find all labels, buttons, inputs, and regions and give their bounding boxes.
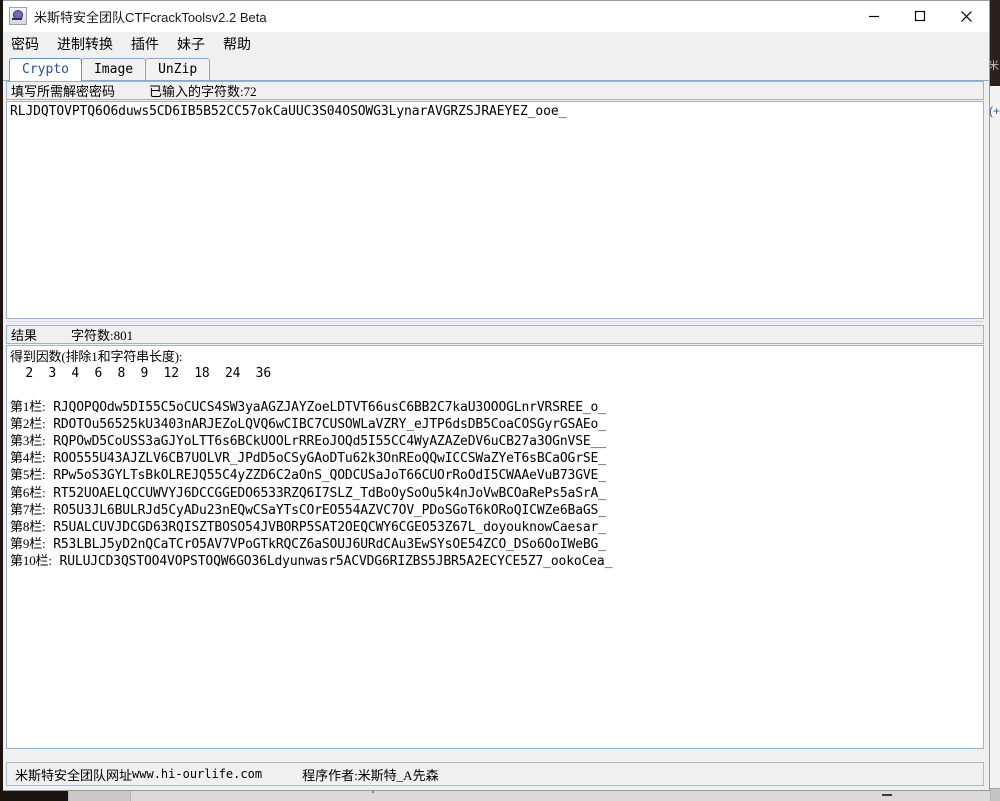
result-row-value: R53LBLJ5yD2nQCaTCrO5AV7VPoGTkRQCZ6aSOUJ6… (45, 537, 606, 553)
result-row-label: 第4栏: (10, 450, 46, 466)
status-author: 程序作者:米斯特_A先森 (302, 767, 439, 783)
split-pane-divider[interactable] (6, 319, 984, 325)
result-row-label: 第7栏: (10, 501, 46, 517)
cipher-input-area[interactable]: RLJDQTOVPTQ6O6duws5CD6IB5B52CC57okCaUUC3… (6, 101, 984, 319)
content-panel: 填写所需解密密码 已输入的字符数:72 RLJDQTOVPTQ6O6duws5C… (1, 81, 989, 749)
desktop-left-edge (0, 0, 3, 791)
result-label: 结果 (11, 328, 38, 343)
result-row-label: 第10栏: (10, 553, 52, 569)
menu-item-help[interactable]: 帮助 (223, 34, 251, 54)
result-output-text: 得到因数(排除1和字符串长度): 2 3 4 6 8 9 12 18 24 36… (7, 346, 983, 574)
taskbar-indicator (882, 794, 892, 796)
result-row-value: RPw5oS3GYLTsBkOLREJQ55C4yZZD6C2aOnS_QODC… (45, 468, 606, 484)
desktop-right-edge-glyph-secondary: (+ (989, 104, 1000, 118)
tab-unzip[interactable]: UnZip (145, 58, 211, 81)
tab-strip: Crypto Image UnZip (1, 56, 989, 81)
result-row-value: R5UALCUVJDCGD63RQISZTBOSO54JVBORP5SAT2OE… (45, 520, 606, 536)
result-row-value: ROO555U43AJZLV6CB7UOLVR_JPdD5oCSyGAoDTu6… (45, 451, 606, 467)
result-row-label: 第1栏: (10, 398, 46, 414)
result-row-value: RT52UOAELQCCUWVYJ6DCCGGEDO6533RZQ6I7SLZ_… (45, 485, 606, 501)
result-row-value: RO5U3JL6BULRJd5CyADu23nEQwCSaYTsCOrEO554… (45, 502, 606, 518)
result-row-value: RDOTOu56525kU3403nARJEZoLQVQ6wCIBC7CUSOW… (45, 416, 606, 432)
window-controls (851, 1, 989, 31)
result-row-label: 第2栏: (10, 415, 46, 431)
result-row-label: 第9栏: (10, 536, 46, 552)
result-label-row: 结果 字符数:801 (6, 325, 984, 344)
input-label: 填写所需解密密码 (11, 84, 116, 99)
result-output-area[interactable]: 得到因数(排除1和字符串长度): 2 3 4 6 8 9 12 18 24 36… (6, 345, 984, 749)
menu-item-girls[interactable]: 妹子 (177, 34, 205, 54)
status-site-url: www.hi-ourlife.com (132, 767, 263, 781)
tab-crypto[interactable]: Crypto (9, 58, 82, 81)
minimize-button[interactable] (851, 1, 897, 31)
menu-item-base-convert[interactable]: 进制转换 (57, 34, 113, 54)
menu-bar: 密码 进制转换 插件 妹子 帮助 (1, 32, 989, 56)
status-site-prefix: 米斯特安全团队网址 (15, 767, 133, 783)
tab-strip-underline (1, 80, 989, 81)
title-bar[interactable]: 米斯特安全团队CTFcrackToolsv2.2 Beta (1, 1, 989, 32)
cipher-input-value[interactable]: RLJDQTOVPTQ6O6duws5CD6IB5B52CC57okCaUUC3… (7, 102, 983, 122)
result-row-label: 第6栏: (10, 484, 46, 500)
result-row-label: 第8栏: (10, 519, 46, 535)
window-title: 米斯特安全团队CTFcrackToolsv2.2 Beta (34, 9, 267, 25)
result-char-count: 字符数:801 (71, 328, 134, 343)
menu-item-plugins[interactable]: 插件 (131, 34, 159, 54)
menu-item-password[interactable]: 密码 (11, 34, 39, 54)
taskbar-tray[interactable] (990, 789, 1000, 801)
java-app-icon (9, 7, 27, 25)
factors-values: 2 3 4 6 8 9 12 18 24 36 (10, 366, 272, 382)
result-row-label: 第5栏: (10, 467, 46, 483)
result-row-value: RJQOPQOdw5DI55C5oCUCS4SW3yaAGZJAYZoeLDTV… (45, 399, 606, 415)
close-button[interactable] (943, 1, 989, 31)
input-label-row: 填写所需解密密码 已输入的字符数:72 (6, 81, 984, 100)
status-bar: 米斯特安全团队网址 www.hi-ourlife.com 程序作者:米斯特_A先森 (6, 762, 984, 786)
result-row-value: RULUJCD3QSTOO4VOPSTOQW6GO36Ldyunwasr5ACV… (51, 554, 613, 570)
factors-heading: 得到因数(排除1和字符串长度): (10, 349, 183, 364)
input-char-count: 已输入的字符数:72 (149, 84, 257, 99)
application-window: 米斯特安全团队CTFcrackToolsv2.2 Beta 密码 进制转换 插件… (0, 0, 990, 791)
tab-image[interactable]: Image (80, 58, 147, 81)
result-row-label: 第3栏: (10, 433, 46, 449)
maximize-button[interactable] (897, 1, 943, 31)
result-row-value: RQPOwD5CoUSS3aGJYoLTT6s6BCkUOOLrRREoJOQd… (45, 434, 606, 450)
